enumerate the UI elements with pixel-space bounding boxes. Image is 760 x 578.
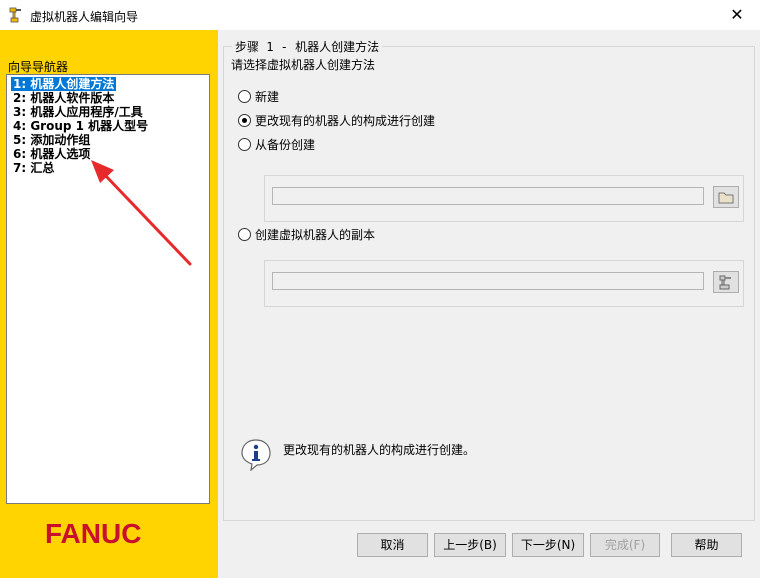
help-button[interactable]: 帮助 — [671, 533, 742, 557]
option-copy-robot[interactable]: 创建虚拟机器人的副本 — [238, 227, 375, 243]
option-from-backup-label: 从备份创建 — [255, 138, 316, 152]
nav-item-summary[interactable]: 7: 汇总 — [13, 161, 54, 175]
back-button[interactable]: 上一步(B) — [434, 533, 506, 557]
info-message: 更改现有的机器人的构成进行创建。 — [283, 443, 476, 457]
robot-app-icon — [9, 7, 21, 23]
browse-robot-button[interactable] — [713, 271, 739, 293]
option-from-backup[interactable]: 从备份创建 — [238, 137, 315, 153]
option-copy-robot-label: 创建虚拟机器人的副本 — [255, 228, 376, 242]
radio-modify-existing[interactable] — [238, 114, 251, 127]
copy-source-input[interactable] — [272, 272, 704, 290]
backup-path-box — [264, 175, 744, 222]
step-content-panel: 步骤 1 - 机器人创建方法 请选择虚拟机器人创建方法 新建 更改现有的机器人的… — [218, 30, 760, 578]
option-modify-existing-label: 更改现有的机器人的构成进行创建 — [255, 114, 436, 128]
close-icon: ✕ — [730, 5, 744, 24]
radio-new[interactable] — [238, 90, 251, 103]
close-button[interactable]: ✕ — [714, 0, 760, 30]
nav-item-application-tool[interactable]: 3: 机器人应用程序/工具 — [13, 105, 143, 119]
radio-copy-robot[interactable] — [238, 228, 251, 241]
cancel-button[interactable]: 取消 — [357, 533, 428, 557]
backup-path-input[interactable] — [272, 187, 704, 205]
robot-browse-icon — [719, 275, 731, 290]
step-instruction: 请选择虚拟机器人创建方法 — [231, 58, 376, 72]
option-new[interactable]: 新建 — [238, 89, 279, 105]
fanuc-logo: FANUC — [45, 518, 142, 549]
option-modify-existing[interactable]: 更改现有的机器人的构成进行创建 — [238, 113, 435, 129]
navigator-list[interactable]: 1: 机器人创建方法 2: 机器人软件版本 3: 机器人应用程序/工具 4: G… — [6, 74, 210, 504]
title-bar: 虚拟机器人编辑向导 ✕ — [0, 0, 760, 30]
copy-path-box — [264, 260, 744, 307]
nav-item-robot-options[interactable]: 6: 机器人选项 — [13, 147, 90, 161]
finish-button[interactable]: 完成(F) — [590, 533, 660, 557]
wizard-navigator-panel: 向导导航器 1: 机器人创建方法 2: 机器人软件版本 3: 机器人应用程序/工… — [0, 30, 218, 578]
next-button[interactable]: 下一步(N) — [512, 533, 584, 557]
radio-from-backup[interactable] — [238, 138, 251, 151]
nav-item-creation-method[interactable]: 1: 机器人创建方法 — [11, 77, 117, 91]
step-group-box: 步骤 1 - 机器人创建方法 请选择虚拟机器人创建方法 新建 更改现有的机器人的… — [223, 38, 755, 521]
nav-item-robot-model[interactable]: 4: Group 1 机器人型号 — [13, 119, 148, 133]
nav-item-motion-group[interactable]: 5: 添加动作组 — [13, 133, 90, 147]
option-new-label: 新建 — [255, 90, 280, 104]
step-legend: 步骤 1 - 机器人创建方法 — [232, 38, 383, 55]
nav-item-software-version[interactable]: 2: 机器人软件版本 — [13, 91, 114, 105]
window-title: 虚拟机器人编辑向导 — [30, 10, 139, 24]
browse-backup-button[interactable] — [713, 186, 739, 208]
navigator-header: 向导导航器 — [8, 60, 69, 74]
info-icon — [241, 439, 271, 471]
folder-icon — [718, 192, 734, 204]
